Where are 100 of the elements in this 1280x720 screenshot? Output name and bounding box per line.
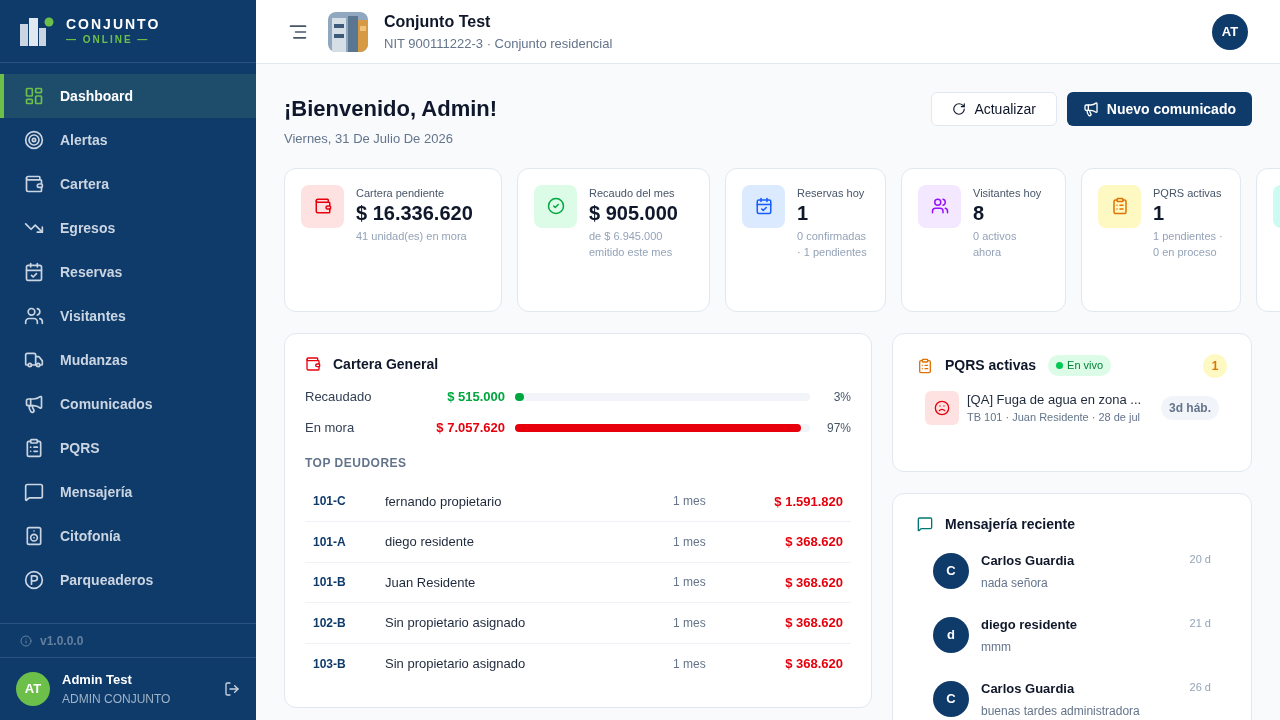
stat-note: de $ 6.945.000 emitido este mes: [589, 229, 674, 260]
complex-details: NIT 900111222-3 · Conjunto residencial: [384, 34, 614, 53]
stat-note: 41 unidad(es) en mora: [356, 229, 468, 244]
stat-label: Reservas hoy: [797, 185, 866, 201]
nav-item[interactable]: Comunicados: [0, 382, 256, 426]
debt-amount: $ 368.620: [784, 573, 843, 592]
stat-value: 1: [797, 201, 810, 226]
debtor-row[interactable]: 102-B Sin propietario asignado 1 mes $ 368.620: [305, 603, 851, 644]
logout-icon[interactable]: [224, 681, 240, 697]
stat-value: $ 905.000: [589, 201, 679, 226]
clipboard-icon: [917, 357, 933, 374]
info-icon: [20, 634, 32, 647]
live-badge: En vivo: [1048, 355, 1112, 376]
calendar-icon: [24, 262, 44, 282]
debt-amount: $ 368.620: [784, 533, 843, 551]
pqrs-title[interactable]: [QA] Fuga de agua en zona ...: [967, 389, 1153, 409]
message-item[interactable]: C Carlos Guardia nada señora 20 d: [933, 550, 1211, 593]
nav-item[interactable]: Alertas: [0, 118, 256, 162]
pqrs-meta: TB 101 · Juan Residente · 28 de jul: [967, 410, 1142, 425]
user-avatar[interactable]: AT: [1212, 13, 1248, 50]
message-icon: [24, 482, 44, 502]
debtor-name: fernando propietario: [385, 492, 503, 511]
brand-name: CONJUNTO: [66, 17, 161, 31]
clipboard-icon: [24, 438, 44, 458]
nav-item[interactable]: Citofonía: [0, 514, 256, 558]
bar-percent: 3%: [832, 389, 851, 406]
nav-item[interactable]: Reservas: [0, 250, 256, 294]
message-time: 26 d: [1189, 679, 1211, 695]
message-time: 20 d: [1189, 551, 1211, 567]
welcome-title: ¡Bienvenido, Admin!: [284, 95, 498, 123]
message-item[interactable]: d diego residente mmm 21 d: [933, 614, 1211, 657]
calendar-icon: [754, 197, 773, 215]
nav-item[interactable]: Mudanzas: [0, 338, 256, 382]
bar-label: Recaudado: [305, 388, 373, 407]
message-preview: nada señora: [981, 575, 1049, 592]
nav-item[interactable]: PQRS: [0, 426, 256, 470]
brand-tagline: — ONLINE —: [66, 35, 151, 45]
megaphone-icon: [24, 394, 44, 414]
check-circle-icon: [546, 197, 565, 215]
debt-age: 1 mes: [673, 655, 707, 673]
stat-value: $ 16.336.620: [356, 201, 474, 226]
debtor-row[interactable]: 101-A diego residente 1 mes $ 368.620: [305, 522, 851, 563]
stat-note: 0 activos ahora: [973, 229, 1018, 260]
refresh-button[interactable]: Actualizar: [931, 92, 1057, 126]
nav-item[interactable]: Parqueaderos: [0, 558, 256, 602]
debtor-row[interactable]: 101-B Juan Residente 1 mes $ 368.620: [305, 562, 851, 603]
debtor-name: Sin propietario asignado: [385, 655, 527, 673]
sender-avatar: d: [933, 616, 969, 653]
age-badge: 3d háb.: [1161, 395, 1219, 420]
dashboard-icon: [24, 86, 44, 106]
target-icon: [24, 130, 44, 150]
debt-amount: $ 368.620: [784, 614, 843, 632]
debtor-row[interactable]: 103-B Sin propietario asignado 1 mes $ 368.620: [305, 643, 851, 684]
version-label: v1.0.0.0: [40, 632, 84, 650]
stat-note: 1 pendientes · 0 en proceso: [1153, 229, 1223, 260]
stat-note: 0 confirmadas · 1 pendientes: [797, 229, 867, 260]
new-announcement-button[interactable]: Nuevo comunicado: [1066, 92, 1252, 126]
message-item[interactable]: C Carlos Guardia buenas tardes administradora 26 d: [933, 678, 1211, 720]
debt-amount: $ 368.620: [784, 655, 843, 673]
date-label: Viernes, 31 De Julio De 2026: [284, 130, 454, 148]
wallet-icon: [305, 356, 321, 372]
debtor-row[interactable]: 101-C fernando propietario 1 mes $ 1.591.820: [305, 481, 851, 522]
message-icon: [917, 516, 933, 532]
unit-code: 103-B: [313, 655, 347, 673]
debt-age: 1 mes: [673, 614, 707, 632]
message-preview: buenas tardes administradora: [981, 703, 1141, 720]
complex-name: Conjunto Test: [384, 11, 492, 32]
nav-item[interactable]: Mensajería: [0, 470, 256, 514]
refresh-icon: [952, 102, 967, 116]
sender-avatar: C: [933, 680, 969, 717]
debt-amount: $ 1.591.820: [773, 492, 843, 511]
users-icon: [24, 306, 44, 326]
nav-item[interactable]: Visitantes: [0, 294, 256, 338]
truck-icon: [24, 350, 44, 370]
stat-label: PQRS activas: [1153, 185, 1223, 201]
card-title: Cartera General: [333, 354, 439, 374]
bar-label: En mora: [305, 419, 356, 438]
bar-amount: $ 7.057.620: [435, 419, 505, 438]
stat-label: Visitantes hoy: [973, 185, 1043, 201]
debtor-name: Sin propietario asignado: [385, 614, 527, 632]
bar-amount: $ 515.000: [446, 388, 505, 407]
nav-item[interactable]: Cartera: [0, 162, 256, 206]
stat-label: Recaudo del mes: [589, 185, 676, 201]
count-badge: 1: [1203, 353, 1227, 378]
debt-age: 1 mes: [673, 493, 707, 511]
stat-value: 8: [973, 201, 986, 226]
logo-icon: [20, 16, 54, 46]
card-title: Mensajería reciente: [945, 514, 1075, 534]
stat-value: 1: [1153, 201, 1166, 226]
unit-code: 101-C: [313, 493, 347, 511]
clipboard-icon: [1110, 197, 1129, 215]
nav-item[interactable]: Egresos: [0, 206, 256, 250]
sender-name: diego residente: [981, 615, 1079, 634]
sender-avatar: C: [933, 552, 969, 589]
nav-item[interactable]: Dashboard: [0, 74, 256, 118]
unit-code: 101-A: [313, 533, 347, 551]
debtor-name: diego residente: [385, 533, 475, 551]
card-title: PQRS activas: [945, 356, 1037, 375]
sender-name: Carlos Guardia: [981, 679, 1076, 698]
sender-name: Carlos Guardia: [981, 551, 1076, 570]
